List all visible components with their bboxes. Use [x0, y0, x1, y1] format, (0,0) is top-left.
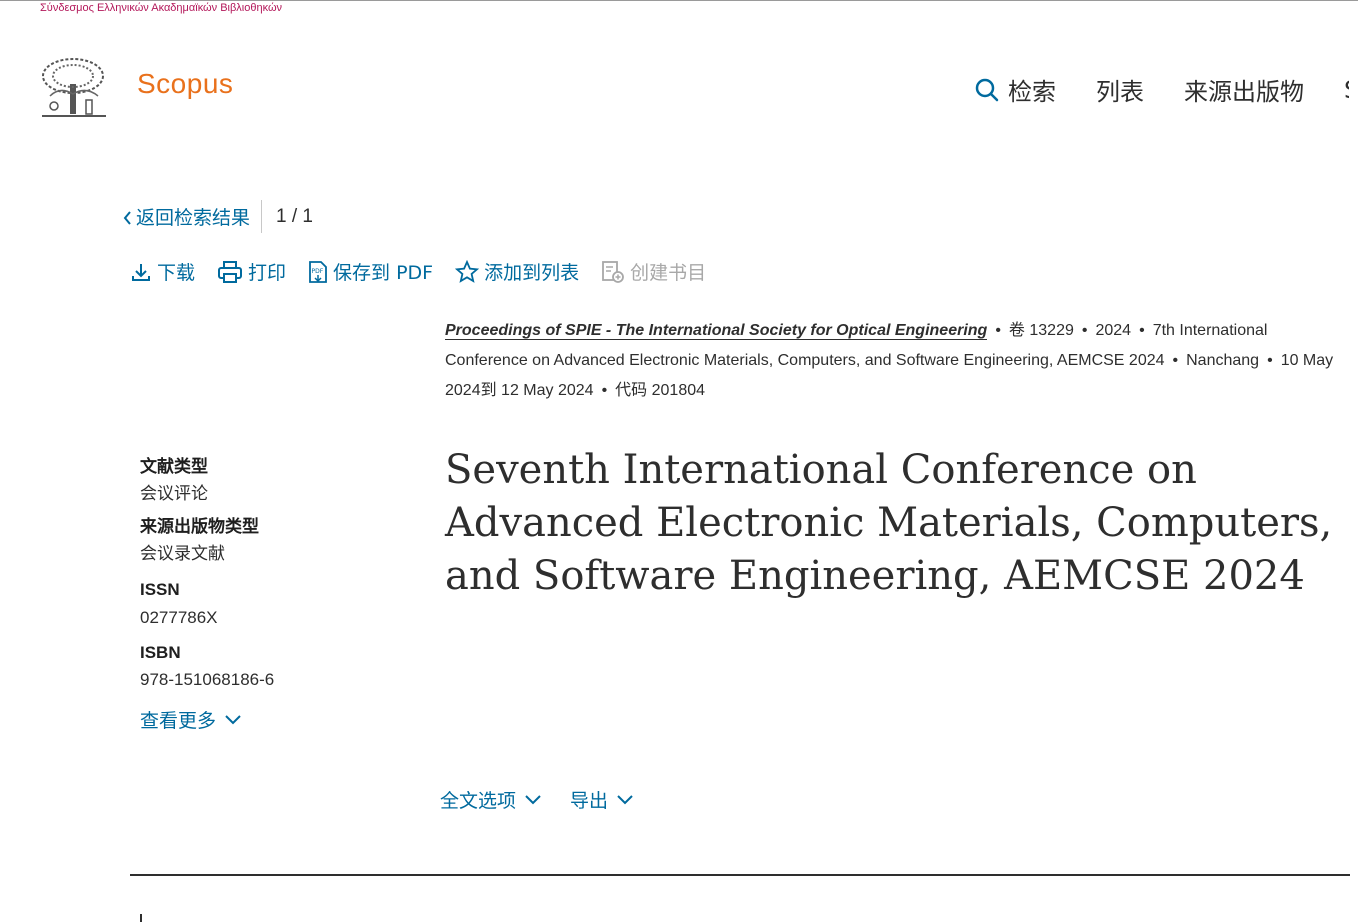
issn-label: ISSN: [140, 580, 180, 599]
nav-sources[interactable]: 来源出版物: [1184, 72, 1304, 107]
bibliography-icon: [602, 260, 625, 283]
full-text-options-button[interactable]: 全文选项: [440, 786, 542, 813]
top-navigation: 检索 列表 来源出版物 S: [974, 72, 1349, 107]
save-pdf-label: 保存到 PDF: [333, 262, 434, 284]
section-divider: [130, 874, 1350, 876]
pdf-icon: PDF: [309, 260, 327, 283]
source-type-value: 会议录文献: [140, 544, 225, 563]
conference-name-rest: Conference on Advanced Electronic Materi…: [445, 352, 1165, 369]
print-label: 打印: [248, 262, 287, 284]
chevron-down-icon: [225, 714, 241, 724]
journal-link[interactable]: Proceedings of SPIE - The International …: [445, 322, 988, 340]
create-bibliography-label: 创建书目: [630, 262, 707, 284]
source-info: Proceedings of SPIE - The International …: [445, 322, 1334, 399]
back-to-results-link[interactable]: 返回检索结果: [122, 200, 263, 233]
institution-banner: Σύνδεσμος Ελληνικών Ακαδημαϊκών Βιβλιοθη…: [40, 2, 283, 14]
chevron-down-icon: [617, 794, 633, 804]
nav-clipped-item[interactable]: S: [1344, 76, 1349, 104]
printer-icon: [218, 260, 243, 283]
chevron-down-icon: [525, 794, 541, 804]
issn-value: 0277786X: [140, 608, 218, 627]
nav-search-label: 检索: [1008, 78, 1056, 106]
download-label: 下载: [157, 262, 196, 284]
result-pager: 1 / 1: [276, 205, 313, 227]
svg-text:PDF: PDF: [312, 268, 324, 275]
nav-sources-label: 来源出版物: [1184, 78, 1304, 106]
volume: 卷 13229: [1008, 322, 1074, 339]
add-to-list-button[interactable]: 添加到列表: [455, 258, 579, 285]
create-bibliography-button[interactable]: 创建书目: [601, 258, 706, 285]
show-more-button[interactable]: 查看更多: [140, 706, 400, 733]
doc-type-label: 文献类型: [140, 457, 208, 476]
isbn-label: ISBN: [140, 643, 181, 662]
export-label: 导出: [570, 790, 609, 812]
nav-lists-label: 列表: [1096, 78, 1144, 106]
show-more-label: 查看更多: [140, 711, 217, 732]
save-pdf-button[interactable]: PDF 保存到 PDF: [308, 258, 433, 285]
document-actions: 全文选项 导出: [440, 786, 662, 813]
star-icon: [455, 259, 480, 283]
result-navigation: 返回检索结果 1 / 1: [122, 200, 313, 233]
year: 2024: [1095, 322, 1132, 339]
chevron-left-icon: [123, 210, 131, 225]
conference-dates-end: 2024到 12 May 2024: [445, 382, 594, 399]
full-text-options-label: 全文选项: [440, 790, 517, 812]
print-button[interactable]: 打印: [217, 258, 286, 285]
document-title: Seventh International Conference on Adva…: [445, 447, 1333, 599]
section-tab-indicator: [140, 914, 142, 922]
elsevier-tree-logo[interactable]: [40, 56, 108, 120]
top-border: [0, 0, 1358, 1]
search-icon: [975, 78, 999, 101]
conference-code: 代码 201804: [615, 382, 706, 399]
nav-lists[interactable]: 列表: [1096, 72, 1144, 107]
doc-type-value: 会议评论: [140, 484, 208, 503]
export-button[interactable]: 导出: [570, 786, 634, 813]
scopus-brand[interactable]: Scopus: [137, 68, 233, 100]
add-to-list-label: 添加到列表: [484, 262, 580, 284]
conference-location: Nanchang: [1186, 352, 1260, 369]
nav-search[interactable]: 检索: [974, 72, 1056, 107]
source-type-label: 来源出版物类型: [140, 517, 259, 536]
download-icon: [132, 263, 150, 281]
document-toolbar: 下载 打印 PDF 保存到 PDF 添加到列表 创建书目: [130, 258, 728, 285]
back-to-results-label: 返回检索结果: [136, 207, 251, 229]
isbn-value: 978-151068186-6: [140, 670, 275, 689]
download-button[interactable]: 下载: [130, 258, 195, 285]
conference-name-start: 7th International: [1152, 322, 1268, 339]
document-metadata: 文献类型 会议评论 来源出版物类型 会议录文献 ISSN 0277786X IS…: [140, 454, 400, 733]
conference-dates-start: 10 May: [1280, 352, 1334, 369]
